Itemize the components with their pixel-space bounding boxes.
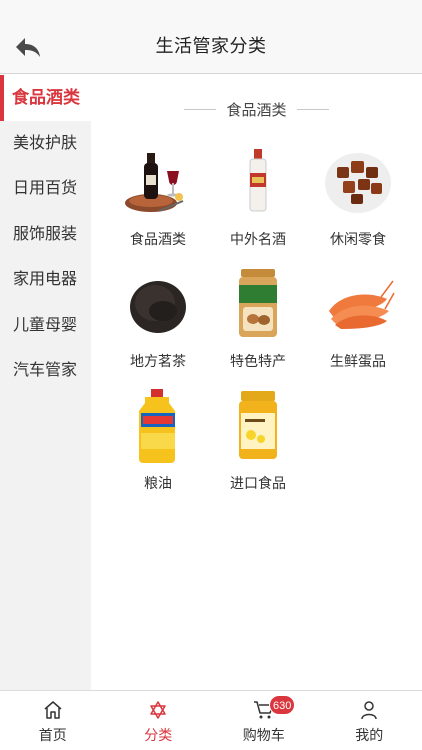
snack-plate-image bbox=[321, 145, 395, 219]
divider bbox=[296, 108, 329, 110]
sidebar-item-food-wine[interactable]: 食品酒类 bbox=[0, 75, 91, 121]
tab-label: 我的 bbox=[355, 727, 384, 743]
page-title: 生活管家分类 bbox=[155, 36, 267, 56]
section-header: 食品酒类 bbox=[91, 99, 422, 119]
sidebar-item-auto[interactable]: 汽车管家 bbox=[0, 348, 91, 394]
home-icon bbox=[42, 699, 64, 721]
subcategory-label: 特色特产 bbox=[230, 353, 286, 369]
profile-icon bbox=[358, 699, 380, 721]
subcategory-label: 食品酒类 bbox=[130, 231, 186, 247]
category-content: 食品酒类 食品酒类 中外名酒 休闲零食 地方茗茶 特色特产 生鲜蛋品 粮油 进口… bbox=[91, 75, 422, 690]
subcategory-item[interactable]: 食品酒类 bbox=[108, 145, 208, 247]
sidebar-item-beauty[interactable]: 美妆护肤 bbox=[0, 121, 91, 167]
tab-profile[interactable]: 我的 bbox=[317, 691, 422, 750]
subcategory-item[interactable]: 粮油 bbox=[108, 389, 208, 491]
category-star-icon bbox=[147, 699, 169, 721]
oil-bottle-image bbox=[121, 389, 195, 463]
subcategory-label: 粮油 bbox=[144, 475, 172, 491]
tab-label: 购物车 bbox=[242, 727, 285, 743]
tab-cart[interactable]: 630 购物车 bbox=[211, 691, 317, 750]
tea-leaves-image bbox=[121, 267, 195, 341]
tab-home[interactable]: 首页 bbox=[0, 691, 106, 750]
sidebar-item-apparel[interactable]: 服饰服装 bbox=[0, 212, 91, 258]
subcategory-item[interactable]: 进口食品 bbox=[208, 389, 308, 491]
nut-jar-image bbox=[221, 267, 295, 341]
shrimp-image bbox=[321, 267, 395, 341]
subcategory-grid: 食品酒类 中外名酒 休闲零食 地方茗茶 特色特产 生鲜蛋品 粮油 进口食品 bbox=[108, 145, 408, 491]
subcategory-item[interactable]: 特色特产 bbox=[208, 267, 308, 369]
navigation-bar: 生活管家分类 bbox=[0, 22, 422, 74]
subcategory-label: 生鲜蛋品 bbox=[330, 353, 386, 369]
subcategory-item[interactable]: 休闲零食 bbox=[308, 145, 408, 247]
wine-steak-image bbox=[121, 145, 195, 219]
tab-label: 分类 bbox=[144, 727, 173, 743]
divider bbox=[184, 108, 217, 110]
status-bar bbox=[0, 0, 422, 22]
honey-jar-image bbox=[221, 389, 295, 463]
subcategory-item[interactable]: 中外名酒 bbox=[208, 145, 308, 247]
subcategory-label: 休闲零食 bbox=[330, 231, 386, 247]
subcategory-item[interactable]: 生鲜蛋品 bbox=[308, 267, 408, 369]
subcategory-label: 地方茗茶 bbox=[130, 353, 186, 369]
section-title: 食品酒类 bbox=[226, 101, 287, 119]
sidebar-item-appliances[interactable]: 家用电器 bbox=[0, 257, 91, 303]
sidebar-item-baby[interactable]: 儿童母婴 bbox=[0, 303, 91, 349]
tab-label: 首页 bbox=[38, 727, 67, 743]
bottom-tab-bar: 首页 分类 630 购物车 我的 bbox=[0, 690, 422, 750]
liquor-bottle-image bbox=[221, 145, 295, 219]
category-sidebar: 食品酒类 美妆护肤 日用百货 服饰服装 家用电器 儿童母婴 汽车管家 bbox=[0, 75, 91, 690]
subcategory-item[interactable]: 地方茗茶 bbox=[108, 267, 208, 369]
subcategory-label: 中外名酒 bbox=[230, 231, 286, 247]
sidebar-item-daily-goods[interactable]: 日用百货 bbox=[0, 166, 91, 212]
subcategory-label: 进口食品 bbox=[230, 475, 286, 491]
cart-count-badge: 630 bbox=[269, 695, 296, 715]
tab-category[interactable]: 分类 bbox=[106, 691, 212, 750]
